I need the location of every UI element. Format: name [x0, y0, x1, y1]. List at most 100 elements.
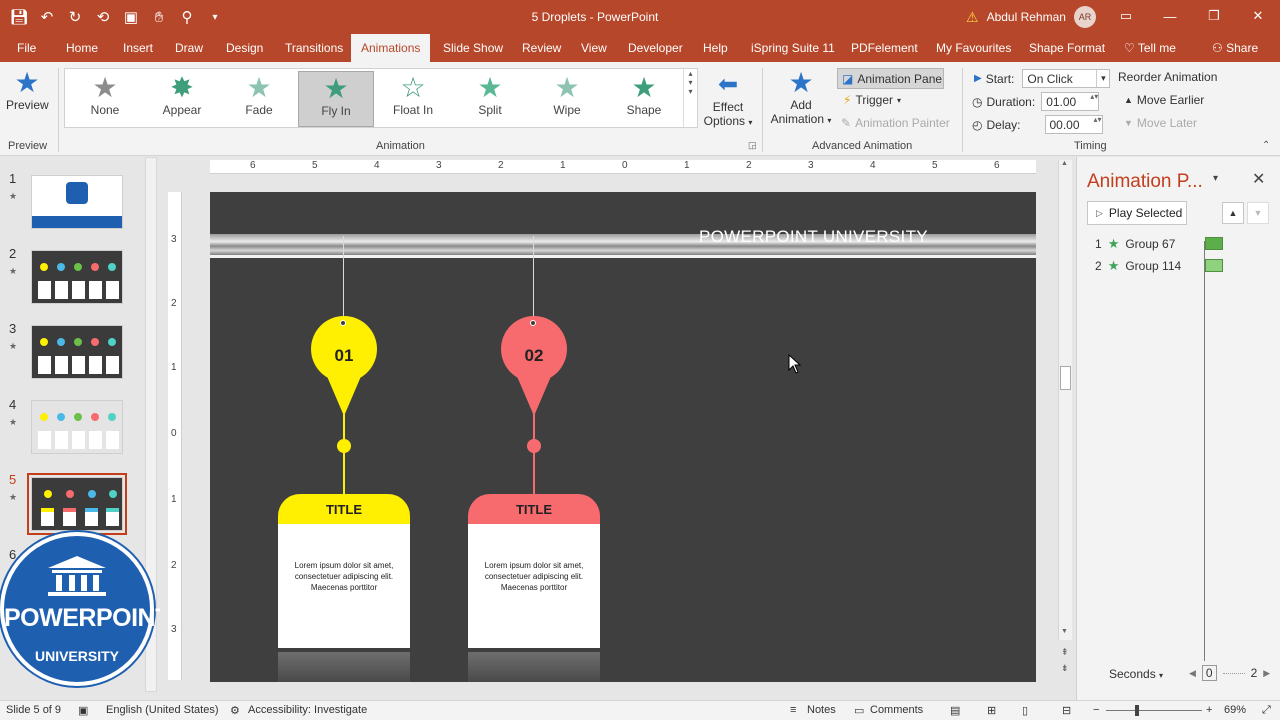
user-account[interactable]: ⚠ Abdul Rehman AR	[966, 6, 1096, 28]
close-icon[interactable]: ✕	[1236, 0, 1280, 32]
slide-number: 2	[9, 246, 17, 261]
slide-canvas[interactable]: POWERPOINT UNIVERSITY 01 TITLE Lorem ips…	[210, 192, 1036, 682]
timing-bar[interactable]	[1205, 259, 1223, 272]
move-later-label: Move Later	[1136, 116, 1197, 130]
logo-title: POWERPOINT	[4, 604, 170, 632]
tab-design[interactable]: Design	[226, 41, 263, 55]
animation-pane-button[interactable]: ◪ Animation Pane	[837, 68, 944, 89]
maximize-icon[interactable]: ❐	[1192, 0, 1236, 32]
droplet-tip	[516, 374, 552, 416]
normal-view-icon[interactable]: ▤	[950, 704, 960, 717]
scrollbar-thumb[interactable]	[1060, 366, 1071, 390]
animation-shape[interactable]: ★ Shape	[606, 71, 682, 127]
tab-file[interactable]: File	[17, 41, 36, 55]
tab-slide-show[interactable]: Slide Show	[443, 41, 503, 55]
animation-label: Fade	[245, 103, 273, 117]
animation-wipe[interactable]: ★ Wipe	[529, 71, 605, 127]
slide-thumbnail-4[interactable]	[31, 400, 123, 454]
chevron-down-icon: ▾	[827, 116, 832, 125]
animation-item-2[interactable]: 2 ★ Group 114	[1095, 258, 1181, 274]
move-down-button[interactable]: ▼	[1247, 202, 1269, 224]
timing-bar[interactable]	[1205, 237, 1223, 250]
slide-count[interactable]: Slide 5 of 9	[6, 704, 61, 716]
tab-developer[interactable]: Developer	[628, 41, 683, 55]
fit-to-window-icon[interactable]: ⤢	[1262, 704, 1271, 717]
tell-me-search[interactable]: ♡ Tell me	[1124, 41, 1176, 55]
animation-fade[interactable]: ★ Fade	[221, 71, 297, 127]
trigger-button[interactable]: ⚡︎ Trigger ▾	[843, 93, 901, 107]
move-earlier-button[interactable]: ▲ Move Earlier	[1124, 93, 1204, 107]
tab-insert[interactable]: Insert	[123, 41, 153, 55]
zoom-slider[interactable]	[1106, 710, 1202, 711]
zoom-out-icon[interactable]: −	[1093, 704, 1099, 716]
effect-options-button[interactable]: ⬅ Effect Options ▾	[700, 70, 756, 128]
slide-thumbnail-5[interactable]	[27, 473, 127, 535]
slide-header-text[interactable]: POWERPOINT UNIVERSITY	[699, 227, 928, 247]
tab-view[interactable]: View	[581, 41, 607, 55]
animation-item-1[interactable]: 1 ★ Group 67	[1095, 236, 1175, 252]
entrance-star-icon: ★	[1107, 236, 1120, 251]
animation-painter-button[interactable]: ✎ Animation Painter	[841, 116, 950, 130]
preview-button[interactable]: ★ Preview	[6, 68, 49, 113]
star-icon: ★	[246, 72, 272, 103]
ribbon-display-icon[interactable]: ▭	[1104, 0, 1148, 32]
share-button[interactable]: ⚇ Share	[1212, 41, 1258, 55]
gallery-scrollbar[interactable]: ▴ ▾ ▾	[683, 69, 697, 127]
pane-options-icon[interactable]: ▾	[1213, 173, 1218, 184]
tab-help[interactable]: Help	[703, 41, 728, 55]
editor-scrollbar[interactable]: ▲ ▼	[1058, 160, 1072, 640]
slideshow-view-icon[interactable]: ⊟	[1062, 704, 1071, 717]
scroll-up-icon[interactable]: ▲	[1061, 160, 1068, 167]
language[interactable]: English (United States)	[106, 704, 219, 716]
close-icon[interactable]: ✕	[1252, 169, 1265, 189]
minimize-icon[interactable]: —	[1148, 0, 1192, 32]
move-later-button[interactable]: ▼ Move Later	[1124, 116, 1197, 130]
dialog-launcher-icon[interactable]: ◲	[748, 140, 757, 151]
tab-animations[interactable]: Animations	[351, 34, 431, 62]
tab-my-favourites[interactable]: My Favourites	[936, 41, 1011, 55]
zoom-slider-thumb[interactable]	[1135, 705, 1139, 716]
slide-thumbnail-2[interactable]	[31, 250, 123, 304]
tab-review[interactable]: Review	[522, 41, 561, 55]
notes-button[interactable]: Notes	[807, 704, 836, 716]
slide-thumbnail-1[interactable]	[31, 175, 123, 229]
comments-button[interactable]: Comments	[870, 704, 923, 716]
thumb-logo	[66, 182, 88, 204]
slide-sorter-icon[interactable]: ⊞	[987, 704, 996, 717]
tab-shape-format[interactable]: Shape Format	[1029, 41, 1105, 55]
tab-draw[interactable]: Draw	[175, 41, 203, 55]
start-dropdown[interactable]: On Click	[1022, 69, 1111, 88]
slide-nav-icons[interactable]: ⇞ ⇟	[1061, 644, 1069, 676]
thumb-card	[72, 431, 85, 449]
add-animation-button[interactable]: ★ Add Animation ▾	[768, 68, 834, 127]
animation-fly-in[interactable]: ★ Fly In	[298, 71, 374, 127]
zoom-level[interactable]: 69%	[1224, 704, 1246, 716]
animation-none[interactable]: ★ None	[67, 71, 143, 127]
animation-star-icon: ★	[9, 341, 18, 351]
scroll-down-icon[interactable]: ▼	[1061, 628, 1068, 635]
metal-bar-edge	[210, 255, 1036, 258]
accessibility-status[interactable]: Accessibility: Investigate	[248, 704, 367, 716]
slide-thumbnail-3[interactable]	[31, 325, 123, 379]
animation-appear[interactable]: ✸ Appear	[144, 71, 220, 127]
ruler-tick-label: 2	[171, 298, 177, 309]
tab-ispring[interactable]: iSpring Suite 11	[751, 41, 835, 55]
delay-spinner[interactable]: 00.00	[1044, 115, 1103, 134]
scroll-right-icon[interactable]: ▶	[1263, 668, 1270, 679]
reading-view-icon[interactable]: ▯	[1022, 704, 1028, 717]
animation-split[interactable]: ★ Split	[452, 71, 528, 127]
tab-transitions[interactable]: Transitions	[285, 41, 343, 55]
animation-float-in[interactable]: ☆ Float In	[375, 71, 451, 127]
zoom-in-icon[interactable]: +	[1206, 704, 1212, 716]
effect-options-label-2: Options	[703, 114, 745, 128]
play-selected-button[interactable]: ▷ Play Selected	[1087, 201, 1187, 225]
spellcheck-icon[interactable]: ▣	[78, 704, 88, 717]
preview-label: Preview	[6, 98, 49, 112]
tab-home[interactable]: Home	[66, 41, 98, 55]
tab-pdfelement[interactable]: PDFelement	[851, 41, 918, 55]
collapse-ribbon-icon[interactable]: ⌃	[1262, 140, 1270, 151]
duration-spinner[interactable]: 01.00	[1041, 92, 1100, 111]
move-up-button[interactable]: ▲	[1222, 202, 1244, 224]
scroll-left-icon[interactable]: ◀	[1189, 668, 1196, 679]
seconds-dropdown[interactable]: Seconds ▾	[1109, 667, 1163, 681]
